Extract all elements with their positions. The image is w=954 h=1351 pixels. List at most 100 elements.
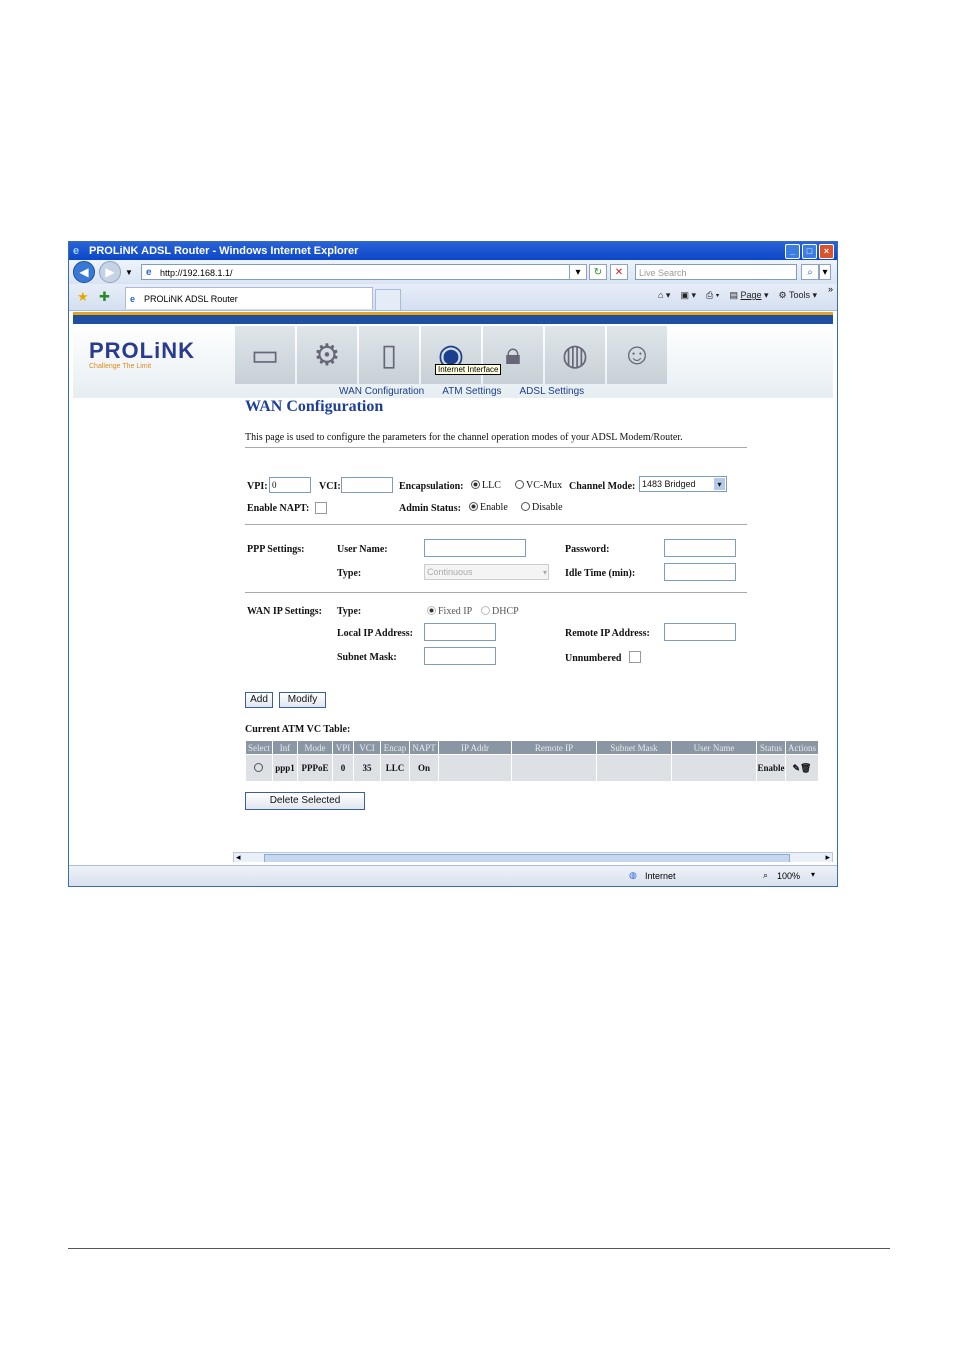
back-button[interactable]: ◀: [73, 261, 95, 283]
chevron-more-icon[interactable]: »: [828, 284, 833, 294]
column-header: Select: [245, 740, 273, 755]
close-button[interactable]: ×: [819, 243, 834, 259]
add-button[interactable]: Add: [245, 692, 273, 708]
status-monitor-icon[interactable]: ▭: [235, 326, 295, 384]
vcmux-radio[interactable]: VC-Mux: [515, 480, 562, 491]
edit-pencil-icon[interactable]: ✎: [793, 763, 801, 773]
internet-interface-icon[interactable]: ◉: [421, 326, 481, 384]
user-name-input[interactable]: [424, 539, 526, 557]
encapsulation-label: Encapsulation:: [399, 481, 464, 492]
user-name-label: User Name:: [337, 544, 388, 555]
scroll-left-icon[interactable]: ◂: [236, 852, 241, 862]
prolink-logo: PROLiNK: [89, 338, 195, 363]
local-ip-input[interactable]: [424, 623, 496, 641]
vci-label: VCI:: [319, 481, 341, 492]
channel-mode-select[interactable]: 1483 Bridged ▾: [639, 476, 727, 492]
column-header: Encap: [380, 740, 410, 755]
inf-cell: ppp1: [272, 754, 298, 782]
vpi-input[interactable]: 0: [269, 477, 311, 493]
horizontal-scrollbar[interactable]: ◂ ▸: [233, 852, 833, 862]
tab-prolink[interactable]: e PROLiNK ADSL Router: [125, 287, 373, 309]
admin-disable-radio[interactable]: Disable: [521, 502, 563, 513]
vci-cell: 35: [353, 754, 381, 782]
wan-ip-settings-label: WAN IP Settings:: [247, 606, 323, 617]
row-select-radio[interactable]: [253, 763, 263, 772]
address-bar: ◀ ▶ ▼ e http://192.168.1.1/ ▾ ↻ ✕ Live S…: [69, 260, 837, 284]
tab-bar: ★ ✚ e PROLiNK ADSL Router ⌂ ▾ ▣ ▾ ⎙ ▾ ▤ …: [69, 284, 837, 311]
forward-button[interactable]: ▶: [99, 261, 121, 283]
delete-selected-button[interactable]: Delete Selected: [245, 792, 365, 810]
add-favorites-icon[interactable]: ✚: [99, 289, 110, 305]
column-header: IP Addr: [438, 740, 512, 755]
print-icon[interactable]: ⎙ ▾: [706, 290, 719, 301]
search-input[interactable]: Live Search: [635, 264, 797, 280]
new-tab-button[interactable]: [375, 289, 401, 311]
admin-enable-radio[interactable]: Enable: [469, 502, 508, 513]
security-lock-icon[interactable]: 🔒︎: [483, 326, 543, 384]
tools-menu[interactable]: ⚙ Tools ▾: [779, 290, 817, 301]
ppp-settings-label: PPP Settings:: [247, 544, 305, 555]
atm-table-caption: Current ATM VC Table:: [245, 724, 351, 735]
unnumbered-checkbox[interactable]: [629, 651, 641, 663]
column-header: Inf: [272, 740, 298, 755]
llc-radio[interactable]: LLC: [471, 480, 501, 491]
page-icon: e: [146, 267, 152, 278]
user-admin-icon[interactable]: ☺: [607, 326, 667, 384]
enable-napt-label: Enable NAPT:: [247, 503, 310, 514]
select-cell[interactable]: [245, 754, 273, 782]
column-header: Mode: [297, 740, 333, 755]
password-input[interactable]: [664, 539, 736, 557]
setup-wizard-icon[interactable]: ⚙: [297, 326, 357, 384]
feeds-icon[interactable]: ▣ ▾: [680, 290, 696, 301]
column-header: VPI: [332, 740, 354, 755]
search-options-icon[interactable]: ▾: [819, 264, 831, 280]
search-icon[interactable]: ⌕: [801, 264, 819, 280]
napt-cell: On: [409, 754, 439, 782]
favorites-star-icon[interactable]: ★: [77, 289, 89, 305]
subnet-mask-input[interactable]: [424, 647, 496, 665]
scrollbar-thumb[interactable]: [264, 854, 790, 862]
subnav-wan-configuration[interactable]: WAN Configuration: [339, 386, 424, 397]
column-header: Subnet Mask: [596, 740, 672, 755]
idle-time-input[interactable]: [664, 563, 736, 581]
remote-ip-input[interactable]: [664, 623, 736, 641]
trash-icon[interactable]: 🗑︎: [800, 763, 811, 773]
maximize-button[interactable]: □: [802, 243, 817, 259]
device-icon[interactable]: ▯: [359, 326, 419, 384]
home-icon[interactable]: ⌂ ▾: [658, 290, 670, 301]
page-footer-line: [68, 1248, 890, 1249]
browser-window: e PROLiNK ADSL Router - Windows Internet…: [68, 241, 838, 887]
history-dropdown-icon[interactable]: ▼: [125, 268, 133, 277]
radio-unchecked: [481, 606, 490, 615]
vci-input[interactable]: [341, 477, 393, 493]
local-ip-label: Local IP Address:: [337, 628, 413, 639]
user-name-cell: [671, 754, 757, 782]
table-row: ppp1 PPPoE 0 35 LLC On Enable ✎🗑︎: [245, 754, 819, 782]
scroll-right-icon[interactable]: ▸: [825, 852, 830, 862]
zoom-level[interactable]: 100%: [777, 871, 800, 881]
subnet-mask-label: Subnet Mask:: [337, 652, 397, 663]
modify-button[interactable]: Modify: [279, 692, 326, 708]
column-header: Status: [756, 740, 786, 755]
zone-label: Internet: [645, 871, 676, 881]
ppp-type-label: Type:: [337, 568, 362, 579]
subnav-atm-settings[interactable]: ATM Settings: [442, 386, 501, 397]
fixed-ip-radio[interactable]: Fixed IP: [427, 606, 472, 617]
dhcp-radio[interactable]: DHCP: [481, 606, 519, 617]
page-menu[interactable]: ▤ Page ▾: [729, 290, 768, 301]
address-input[interactable]: e http://192.168.1.1/: [141, 264, 583, 280]
column-header: Actions: [785, 740, 819, 755]
column-header: VCI: [353, 740, 381, 755]
stop-icon[interactable]: ✕: [610, 264, 628, 280]
ppp-type-select[interactable]: Continuous ▾: [424, 564, 549, 580]
enable-napt-checkbox[interactable]: [315, 502, 327, 514]
zoom-dropdown-icon[interactable]: ▾: [811, 870, 815, 879]
page-description: This page is used to configure the param…: [245, 432, 683, 443]
globe-service-icon[interactable]: ◍: [545, 326, 605, 384]
address-dropdown-icon[interactable]: ▾: [569, 264, 587, 280]
subnav-adsl-settings[interactable]: ADSL Settings: [520, 386, 585, 397]
minimize-button[interactable]: _: [785, 243, 800, 259]
actions-cell: ✎🗑︎: [785, 754, 819, 782]
subnet-mask-cell: [596, 754, 672, 782]
refresh-icon[interactable]: ↻: [589, 264, 607, 280]
